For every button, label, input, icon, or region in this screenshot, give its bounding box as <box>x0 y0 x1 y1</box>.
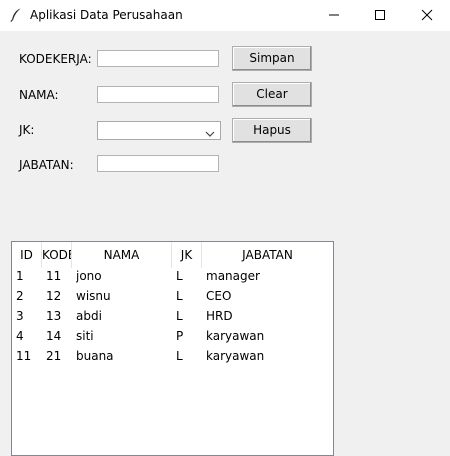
kodekerja-input[interactable] <box>97 50 219 67</box>
cell-kodekerja: 21 <box>46 349 62 363</box>
clear-button[interactable]: Clear <box>232 82 312 107</box>
cell-jk: L <box>176 269 183 283</box>
close-button[interactable] <box>404 0 450 31</box>
table-header: ID KODEKERJA NAMA JK JABATAN <box>12 242 333 268</box>
nama-input[interactable] <box>97 86 219 103</box>
cell-nama: abdi <box>76 309 102 323</box>
jabatan-input[interactable] <box>97 155 219 172</box>
cell-nama: siti <box>76 329 94 343</box>
table-row[interactable]: 1 11 jono L manager <box>12 266 333 286</box>
jk-label: JK: <box>19 123 35 137</box>
cell-kodekerja: 14 <box>46 329 62 343</box>
cell-nama: wisnu <box>76 289 111 303</box>
chevron-down-icon[interactable] <box>205 127 215 141</box>
cell-id: 4 <box>16 329 24 343</box>
title-bar: Aplikasi Data Perusahaan <box>0 0 450 31</box>
minimize-button[interactable] <box>311 0 357 31</box>
cell-nama: jono <box>76 269 102 283</box>
cell-id: 3 <box>16 309 24 323</box>
cell-jk: L <box>176 349 183 363</box>
jabatan-label: JABATAN: <box>19 158 74 172</box>
maximize-icon <box>375 10 385 20</box>
cell-jabatan: karyawan <box>206 329 265 343</box>
cell-jk: L <box>176 289 183 303</box>
cell-nama: buana <box>76 349 114 363</box>
cell-id: 11 <box>16 349 32 363</box>
cell-jabatan: karyawan <box>206 349 265 363</box>
feather-icon <box>10 8 22 22</box>
column-header-jk[interactable]: JK <box>172 242 202 268</box>
cell-kodekerja: 13 <box>46 309 62 323</box>
column-header-jabatan[interactable]: JABATAN <box>202 242 333 268</box>
hapus-button[interactable]: Hapus <box>232 118 312 143</box>
cell-id: 2 <box>16 289 24 303</box>
cell-kodekerja: 11 <box>46 269 62 283</box>
column-header-id[interactable]: ID <box>12 242 42 268</box>
close-icon <box>421 9 433 21</box>
window-title: Aplikasi Data Perusahaan <box>30 8 183 22</box>
cell-jabatan: HRD <box>206 309 233 323</box>
table-row[interactable]: 4 14 siti P karyawan <box>12 326 333 346</box>
table-row[interactable]: 11 21 buana L karyawan <box>12 346 333 366</box>
column-header-kodekerja[interactable]: KODEKERJA <box>42 242 72 268</box>
simpan-button[interactable]: Simpan <box>232 46 312 71</box>
cell-kodekerja: 12 <box>46 289 62 303</box>
cell-id: 1 <box>16 269 24 283</box>
kodekerja-label: KODEKERJA: <box>19 52 92 66</box>
column-header-nama[interactable]: NAMA <box>72 242 172 268</box>
maximize-button[interactable] <box>357 0 403 31</box>
table-row[interactable]: 3 13 abdi L HRD <box>12 306 333 326</box>
minimize-icon <box>329 14 339 16</box>
cell-jabatan: manager <box>206 269 260 283</box>
cell-jk: L <box>176 309 183 323</box>
jk-combobox[interactable] <box>97 121 221 140</box>
cell-jabatan: CEO <box>206 289 232 303</box>
cell-jk: P <box>176 329 184 343</box>
data-table[interactable]: ID KODEKERJA NAMA JK JABATAN 1 11 jono L… <box>11 241 334 456</box>
table-row[interactable]: 2 12 wisnu L CEO <box>12 286 333 306</box>
nama-label: NAMA: <box>19 88 59 102</box>
